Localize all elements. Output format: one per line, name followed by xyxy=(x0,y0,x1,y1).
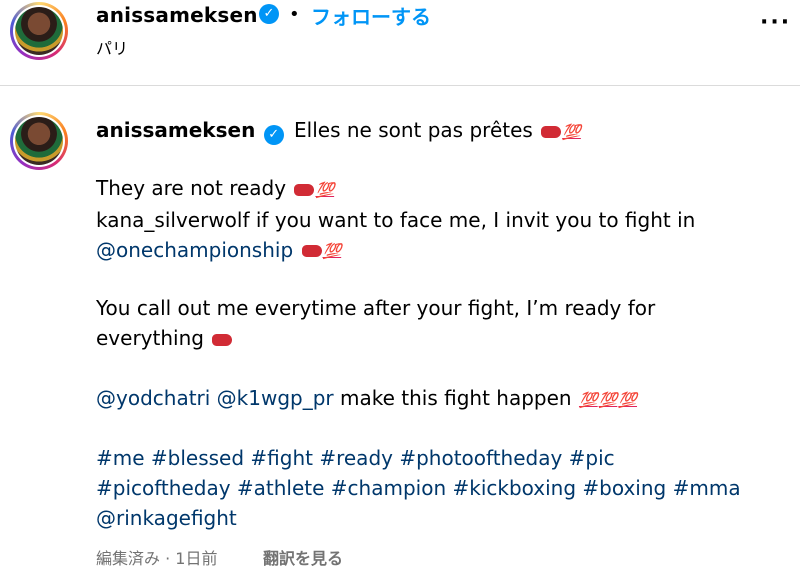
verified-badge-icon: ✓ xyxy=(263,125,284,145)
caption-line-3: kana_silverwolf if you want to face me, … xyxy=(96,207,696,232)
caption-line-2: They are not ready xyxy=(96,176,287,200)
more-options-icon[interactable]: ··· xyxy=(760,10,791,35)
mention-rinkagefight[interactable]: @rinkagefight xyxy=(96,503,786,533)
hundred-icon: 💯 xyxy=(315,180,335,199)
location-link[interactable]: パリ xyxy=(96,35,128,59)
hashtags-line-2[interactable]: #picoftheday #athlete #champion #kickbox… xyxy=(96,473,786,503)
follow-button[interactable]: フォローする xyxy=(311,1,431,30)
caption-line-5: You call out me everytime after your fig… xyxy=(96,296,656,320)
boxing-glove-icon xyxy=(301,245,322,257)
boxing-glove-icon xyxy=(212,333,233,346)
hundred-icon: 💯 xyxy=(598,390,618,409)
caption-username[interactable]: anissameksen xyxy=(96,118,255,142)
avatar-image xyxy=(15,7,63,55)
post-header: anissameksen ✓ • フォローする パリ ··· xyxy=(0,0,800,86)
mentions-yodchatri-k1wgp[interactable]: @yodchatri @k1wgp_pr xyxy=(96,386,334,410)
hundred-icon: 💯 xyxy=(562,122,581,141)
caption-line-8: make this fight happen xyxy=(340,386,572,410)
caption-line-1: Elles ne sont pas prêtes xyxy=(294,118,533,142)
boxing-glove-icon xyxy=(541,125,562,138)
caption-avatar[interactable] xyxy=(10,112,68,170)
mention-onechampionship[interactable]: @onechampionship xyxy=(96,238,293,262)
caption-paragraph-4: @yodchatri @k1wgp_pr make this fight hap… xyxy=(96,383,786,415)
header-avatar[interactable] xyxy=(10,2,68,60)
header-username[interactable]: anissameksen xyxy=(96,3,258,27)
caption-line-6: everything xyxy=(96,326,204,350)
caption-paragraph-2: They are not ready 💯 kana_silverwolf if … xyxy=(96,173,786,266)
see-translation-button[interactable]: 翻訳を見る xyxy=(263,545,343,569)
hundred-icon: 💯 xyxy=(578,390,598,409)
caption-hashtags: #me #blessed #fight #ready #photooftheda… xyxy=(96,443,786,533)
hundred-icon: 💯 xyxy=(322,242,342,260)
boxing-glove-icon xyxy=(294,183,315,196)
caption-paragraph-3: You call out me everytime after your fig… xyxy=(96,293,786,353)
hundred-icon: 💯 xyxy=(618,390,638,409)
edited-timestamp: 編集済み · 1日前 xyxy=(96,549,218,568)
verified-badge-icon: ✓ xyxy=(259,4,279,24)
caption-body: anissameksen ✓ Elles ne sont pas prêtes … xyxy=(96,115,786,147)
hashtags-line-1[interactable]: #me #blessed #fight #ready #photooftheda… xyxy=(96,443,786,473)
separator-dot: • xyxy=(289,4,300,25)
